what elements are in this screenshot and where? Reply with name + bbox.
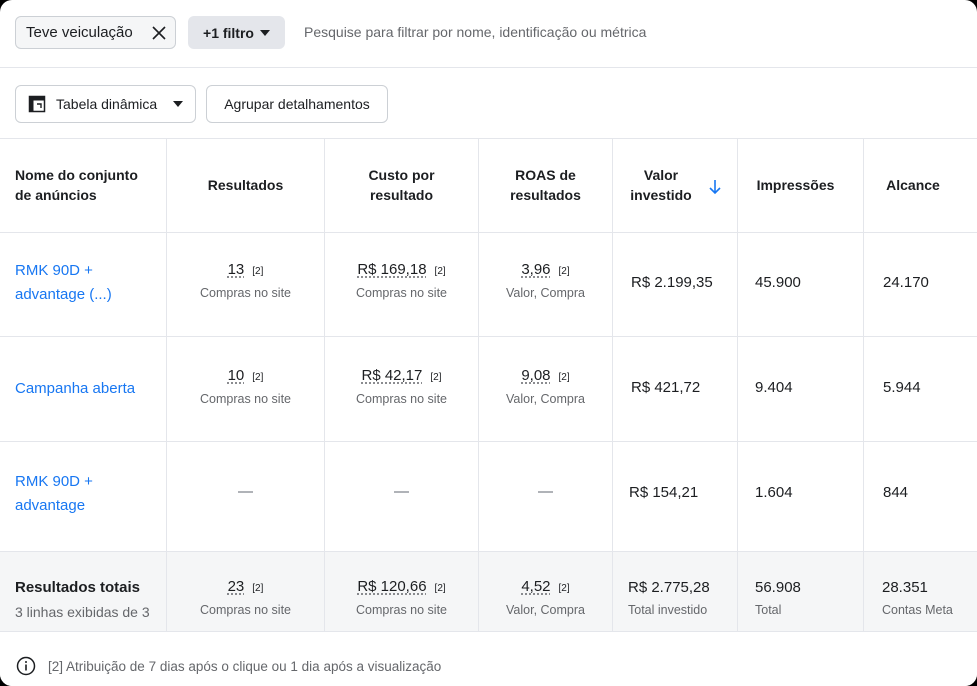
attribution-ref: [2]: [252, 372, 264, 383]
total-reach-cell: 28.351 Contas Meta: [882, 579, 953, 617]
group-breakdowns-button[interactable]: Agrupar detalhamentos: [206, 85, 388, 123]
group-breakdowns-label: Agrupar detalhamentos: [224, 96, 370, 112]
roas-value[interactable]: 9,08: [521, 367, 550, 384]
header-cost-per-result[interactable]: Custo por resultado: [325, 165, 478, 205]
total-reach-label: Contas Meta: [882, 603, 953, 617]
filter-chip-label: Teve veiculação: [26, 24, 133, 41]
attribution-footer: [2] Atribuição de 7 dias após o clique o…: [0, 631, 977, 686]
pivot-table-icon: [28, 95, 46, 113]
roas-type: Valor, Compra: [506, 392, 585, 406]
caret-down-icon: [259, 29, 270, 36]
arrow-down-icon[interactable]: [708, 179, 722, 195]
results-type: Compras no site: [199, 286, 291, 300]
roas-value[interactable]: 3,96: [521, 261, 550, 278]
results-type: Compras no site: [199, 392, 291, 406]
header-reach[interactable]: Alcance: [864, 175, 962, 195]
total-results-value[interactable]: 23: [228, 578, 245, 595]
filter-bar: Teve veiculação +1 filtro Pesquise para …: [0, 0, 977, 68]
cost-type: Compras no site: [355, 286, 447, 300]
attribution-ref: [2]: [252, 266, 264, 277]
info-icon[interactable]: [16, 656, 36, 676]
total-spent-value: R$ 2.775,28: [628, 579, 710, 596]
attribution-ref: [2]: [434, 266, 446, 277]
total-roas-value[interactable]: 4,52: [521, 578, 550, 595]
cost-empty: —: [394, 483, 409, 500]
attribution-ref: [2]: [558, 583, 570, 594]
header-amount-spent[interactable]: Valor investido: [613, 165, 709, 205]
amount-spent-value: R$ 154,21: [629, 484, 699, 501]
ads-table-panel: Teve veiculação +1 filtro Pesquise para …: [0, 0, 977, 686]
attribution-ref: [2]: [558, 266, 570, 277]
header-roas[interactable]: ROAS de resultados: [479, 165, 612, 205]
roas-cell: 3,96 [2] Valor, Compra: [479, 261, 612, 300]
caret-down-icon: [173, 101, 183, 107]
total-cost-cell: R$ 120,66 [2] Compras no site: [325, 578, 478, 617]
results-value[interactable]: 10: [228, 367, 245, 384]
results-table: Nome do conjunto de anúncios Resultados …: [0, 138, 977, 632]
cost-type: Compras no site: [355, 392, 447, 406]
row-divider: [0, 551, 977, 552]
pivot-table-label: Tabela dinâmica: [56, 96, 158, 112]
attribution-ref: [2]: [558, 372, 570, 383]
row-divider: [0, 441, 977, 442]
filter-chip-delivery[interactable]: Teve veiculação: [15, 16, 176, 49]
total-impressions-value: 56.908: [755, 579, 801, 596]
close-icon[interactable]: [151, 25, 167, 41]
results-empty: —: [238, 483, 253, 500]
total-roas-type: Valor, Compra: [506, 603, 585, 617]
results-value[interactable]: 13: [228, 261, 245, 278]
column-divider: [612, 139, 613, 632]
impressions-value: 9.404: [755, 379, 793, 396]
column-divider: [863, 139, 864, 632]
total-impressions-cell: 56.908 Total: [755, 579, 801, 617]
column-divider: [737, 139, 738, 632]
total-results-cell: 23 [2] Compras no site: [167, 578, 324, 617]
roas-type: Valor, Compra: [506, 286, 585, 300]
cost-value[interactable]: R$ 42,17: [361, 367, 422, 384]
total-spent-label: Total investido: [628, 603, 708, 617]
total-roas-cell: 4,52 [2] Valor, Compra: [479, 578, 612, 617]
amount-spent-value: R$ 2.199,35: [631, 274, 713, 291]
impressions-value: 1.604: [755, 484, 793, 501]
attribution-ref: [2]: [252, 583, 264, 594]
totals-title: Resultados totais: [15, 579, 141, 596]
results-cell: 10 [2] Compras no site: [167, 367, 324, 406]
row-divider: [0, 336, 977, 337]
total-results-type: Compras no site: [199, 603, 291, 617]
cost-cell: R$ 42,17 [2] Compras no site: [325, 367, 478, 406]
reach-value: 5.944: [883, 379, 921, 396]
pivot-table-button[interactable]: Tabela dinâmica: [15, 85, 196, 123]
header-results[interactable]: Resultados: [167, 175, 324, 195]
attribution-ref: [2]: [430, 372, 442, 383]
roas-cell: 9,08 [2] Valor, Compra: [479, 367, 612, 406]
roas-empty: —: [538, 483, 553, 500]
adset-name-link[interactable]: Campanha aberta: [15, 377, 135, 401]
header-adset-name[interactable]: Nome do conjunto de anúncios: [15, 165, 160, 205]
adset-name-link[interactable]: RMK 90D + advantage (...): [15, 259, 112, 307]
more-filters-label: +1 filtro: [203, 24, 254, 41]
header-impressions[interactable]: Impressões: [738, 175, 853, 195]
reach-value: 24.170: [883, 274, 929, 291]
totals-subtitle: 3 linhas exibidas de 3: [15, 604, 150, 620]
cost-cell: R$ 169,18 [2] Compras no site: [325, 261, 478, 300]
row-divider: [0, 232, 977, 233]
attribution-note: [2] Atribuição de 7 dias após o clique o…: [48, 659, 442, 674]
adset-name-link[interactable]: RMK 90D + advantage: [15, 470, 93, 518]
total-reach-value: 28.351: [882, 579, 928, 596]
search-input[interactable]: Pesquise para filtrar por nome, identifi…: [304, 24, 646, 40]
cost-value[interactable]: R$ 169,18: [357, 261, 426, 278]
total-cost-type: Compras no site: [355, 603, 447, 617]
impressions-value: 45.900: [755, 274, 801, 291]
reach-value: 844: [883, 484, 909, 501]
total-impressions-label: Total: [755, 603, 782, 617]
amount-spent-value: R$ 421,72: [631, 379, 701, 396]
total-cost-value[interactable]: R$ 120,66: [357, 578, 426, 595]
attribution-ref: [2]: [434, 583, 446, 594]
results-cell: 13 [2] Compras no site: [167, 261, 324, 300]
total-spent-cell: R$ 2.775,28 Total investido: [628, 579, 710, 617]
more-filters-button[interactable]: +1 filtro: [188, 16, 285, 49]
